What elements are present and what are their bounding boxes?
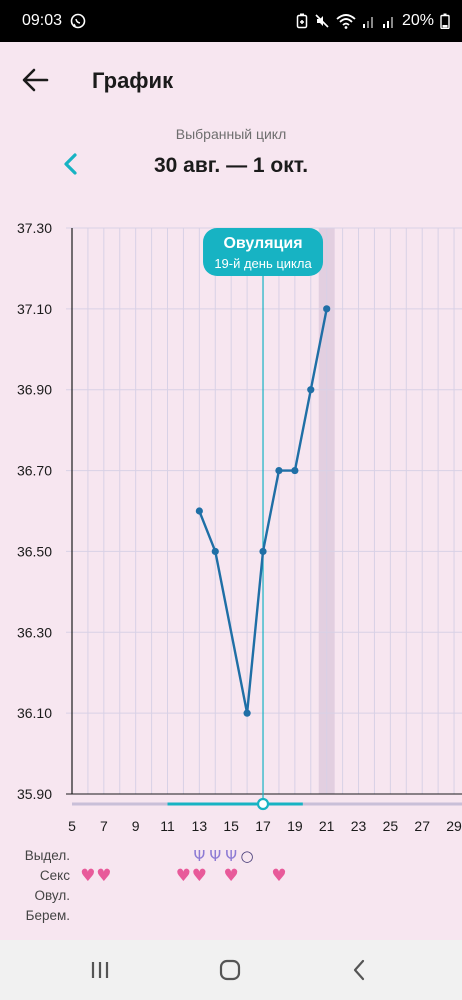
temperature-point[interactable] <box>211 547 219 556</box>
temperature-point[interactable] <box>323 305 331 313</box>
x-tick-label: 11 <box>160 818 175 834</box>
row-label: Овул. <box>35 888 70 903</box>
status-bar: 09:03 20% <box>0 0 462 42</box>
heart-icon: ♥ <box>176 866 191 886</box>
x-tick-label: 9 <box>132 818 140 834</box>
heart-icon: ♥ <box>80 866 95 886</box>
home-icon <box>219 959 241 981</box>
wifi-icon <box>336 14 356 29</box>
x-tick-label: 25 <box>383 818 399 834</box>
battery-percent: 20% <box>401 12 434 29</box>
system-back-button[interactable] <box>340 954 380 986</box>
temperature-point[interactable] <box>259 547 267 556</box>
row-label: Секс <box>40 868 70 883</box>
recent-apps-icon <box>91 962 109 978</box>
battery-icon <box>440 13 450 29</box>
recent-apps-button[interactable] <box>80 954 120 986</box>
row-label: Берем. <box>26 908 70 923</box>
temperature-point[interactable] <box>243 709 251 717</box>
y-tick-label: 36.70 <box>17 463 52 479</box>
x-tick-label: 13 <box>192 818 208 834</box>
x-tick-label: 21 <box>319 818 335 834</box>
whatsapp-icon <box>70 13 86 29</box>
ovulation-handle[interactable] <box>256 797 270 811</box>
y-tick-label: 36.30 <box>17 624 52 640</box>
temperature-point[interactable] <box>195 507 203 515</box>
y-tick-label: 37.30 <box>17 220 52 236</box>
discharge-icon: Ψ <box>225 847 237 865</box>
temperature-point[interactable] <box>275 466 283 475</box>
status-time: 09:03 <box>22 12 63 29</box>
circle-icon: ○ <box>241 847 254 865</box>
x-tick-label: 15 <box>223 818 239 834</box>
arrow-left-icon <box>22 68 49 92</box>
heart-icon: ♥ <box>271 866 286 886</box>
signal-icon-2 <box>382 17 393 28</box>
discharge-icon: Ψ <box>193 847 205 865</box>
y-tick-label: 36.10 <box>17 705 52 721</box>
home-button[interactable] <box>210 954 250 986</box>
discharge-icon: Ψ <box>209 847 221 865</box>
mute-icon <box>315 14 329 28</box>
y-tick-label: 36.50 <box>17 543 52 559</box>
row-label: Выдел. <box>25 848 70 863</box>
x-tick-label: 27 <box>414 818 430 834</box>
heart-icon: ♥ <box>96 866 111 886</box>
back-icon <box>353 959 365 981</box>
back-button[interactable] <box>20 64 52 96</box>
signal-icon <box>362 17 373 28</box>
x-tick-label: 7 <box>100 818 108 834</box>
x-tick-label: 29 <box>446 818 462 834</box>
y-tick-label: 35.90 <box>17 786 52 802</box>
ovulation-badge-subtitle: 19-й день цикла <box>214 256 312 271</box>
temperature-chart[interactable]: 37.30 37.10 36.90 36.70 36.50 36.30 36.10 35.90… <box>0 210 462 930</box>
ovulation-badge-title: Овуляция <box>223 235 302 252</box>
x-tick-label: 5 <box>68 818 76 834</box>
cycle-caption: Выбранный цикл <box>175 126 287 142</box>
heart-icon: ♥ <box>192 866 207 886</box>
page-title: График <box>92 68 174 93</box>
app-header: График <box>0 42 462 116</box>
y-tick-label: 37.10 <box>17 301 52 317</box>
y-tick-label: 36.90 <box>17 382 52 398</box>
heart-icon: ♥ <box>224 866 239 886</box>
x-tick-label: 19 <box>287 818 303 834</box>
x-tick-label: 17 <box>255 818 271 834</box>
temperature-point[interactable] <box>291 466 299 475</box>
x-tick-label: 23 <box>351 818 367 834</box>
cycle-range: 30 авг. — 1 окт. <box>153 154 309 177</box>
battery-saver-icon <box>296 13 308 29</box>
temperature-point[interactable] <box>307 386 315 394</box>
navigation-bar <box>0 940 462 1000</box>
